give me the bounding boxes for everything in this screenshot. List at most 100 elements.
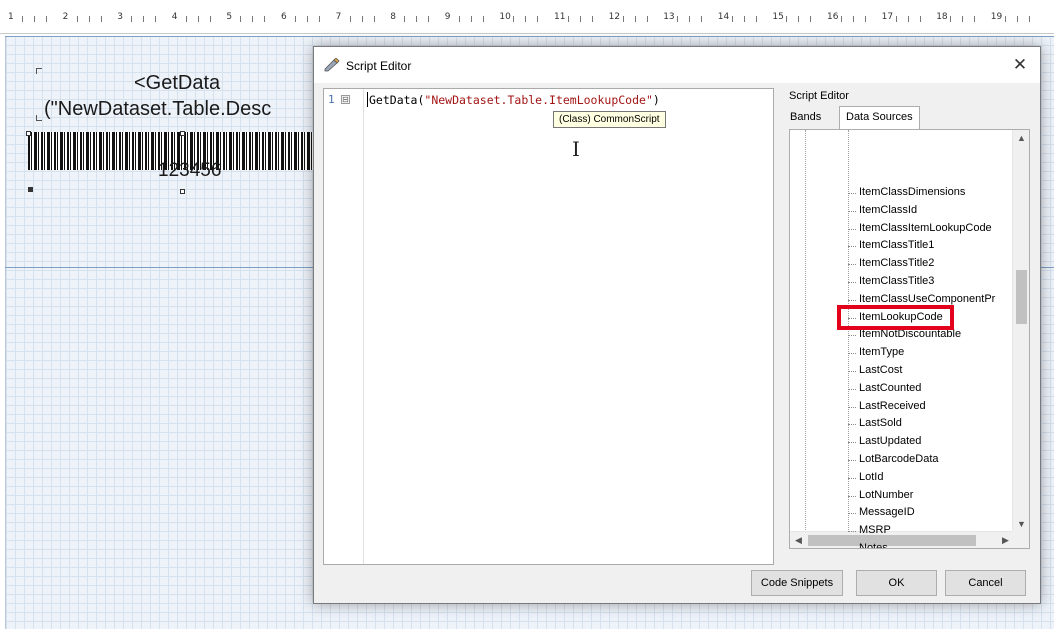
- ruler-tick: [404, 16, 406, 22]
- ruler-number: 16: [827, 12, 839, 22]
- ruler-tick: [798, 16, 800, 22]
- tree-item[interactable]: ItemClassTitle1: [847, 237, 934, 255]
- ruler-tick: [962, 16, 964, 22]
- ruler-number: 14: [717, 12, 730, 22]
- ruler-number: 13: [663, 12, 675, 22]
- text-caret: [367, 92, 368, 107]
- ruler-tick: [361, 16, 363, 22]
- tree-item[interactable]: ItemClassId: [847, 202, 917, 220]
- resize-handle[interactable]: [180, 131, 185, 136]
- ruler-tick: [428, 16, 430, 22]
- tree-item[interactable]: ItemClassTitle2: [847, 255, 934, 273]
- data-sources-tree[interactable]: ▲ ▼ ◀ ▶ ItemClassDimensions ItemClassId It…: [789, 129, 1030, 549]
- cancel-button[interactable]: Cancel: [945, 570, 1026, 596]
- ruler-tick: [100, 16, 102, 22]
- ruler-number: 9: [444, 12, 451, 22]
- ruler-tick: [1004, 16, 1006, 22]
- barcode-text: 123456: [158, 160, 222, 181]
- scroll-left-icon[interactable]: ◀: [790, 532, 807, 548]
- ruler-tick: [88, 16, 90, 22]
- ruler-number: 4: [171, 12, 178, 22]
- ruler-number: 1: [8, 12, 14, 22]
- script-editor-icon: [324, 58, 340, 72]
- tree-item[interactable]: LastSold: [848, 415, 902, 433]
- code-line-1[interactable]: GetData("NewDataset.Table.ItemLookupCode…: [369, 93, 660, 107]
- tree-item[interactable]: LotBarcodeData: [848, 451, 939, 469]
- ruler-tick: [841, 16, 842, 22]
- ruler-number: 2: [62, 12, 69, 22]
- selection-corner: [36, 68, 42, 74]
- code-suffix: ): [652, 93, 660, 107]
- resize-handle[interactable]: [26, 131, 31, 136]
- ok-button[interactable]: OK: [856, 570, 937, 596]
- ruler-number: 7: [335, 12, 342, 22]
- ruler-tick: [974, 16, 976, 22]
- line-gutter: 1 ⊟: [324, 89, 364, 564]
- close-button[interactable]: ✕: [1008, 53, 1032, 77]
- ruler-number: 6: [281, 12, 287, 22]
- tree-item[interactable]: LastCounted: [847, 380, 921, 398]
- ruler-tick: [568, 16, 569, 22]
- ruler-tick: [537, 16, 539, 22]
- fold-toggle-icon[interactable]: ⊟: [341, 95, 350, 104]
- resize-handle[interactable]: [180, 189, 185, 194]
- ruler-tick: [580, 16, 581, 22]
- code-function: GetData(: [369, 93, 425, 107]
- ruler-number: 3: [117, 12, 123, 22]
- code-string: "NewDataset.Table.ItemLookupCode": [424, 93, 653, 107]
- script-editor-dialog: Script Editor ✕ 1 ⊟ GetData("NewDataset.…: [313, 46, 1041, 604]
- ruler-tick: [677, 16, 679, 22]
- ruler-number: 10: [499, 12, 511, 22]
- panel-title: Script Editor: [789, 90, 849, 102]
- tree-item[interactable]: LotNumber: [847, 487, 913, 505]
- tree-item[interactable]: LotId: [847, 469, 883, 487]
- scrollbar-thumb[interactable]: [808, 535, 976, 546]
- ruler-tick: [22, 16, 23, 22]
- ruler-number: 12: [608, 12, 621, 22]
- tree-item[interactable]: ItemClassItemLookupCode: [848, 220, 992, 238]
- tab-bands[interactable]: Bands: [784, 107, 827, 128]
- getdata-field-line2[interactable]: ("NewDataset.Table.Desc: [44, 98, 271, 121]
- line-number: 1: [328, 93, 335, 106]
- ruler-tick: [373, 16, 375, 22]
- ruler-number: 5: [226, 12, 233, 22]
- getdata-field-line1[interactable]: <GetData: [134, 72, 220, 95]
- ruler-tick: [853, 16, 854, 22]
- ruler-number: 11: [554, 12, 566, 22]
- vertical-scrollbar[interactable]: ▲ ▼: [1012, 130, 1029, 533]
- tree-item[interactable]: LastReceived: [848, 398, 926, 416]
- ruler-tick: [46, 16, 47, 22]
- scrollbar-corner: [1012, 531, 1029, 548]
- ruler-tick: [701, 16, 703, 22]
- resize-handle[interactable]: [28, 187, 33, 192]
- tree-guide-line: [805, 130, 806, 548]
- tree-item[interactable]: ItemClassTitle3: [847, 273, 934, 291]
- scroll-up-icon[interactable]: ▲: [1013, 130, 1029, 147]
- tree-item[interactable]: LastUpdated: [847, 433, 921, 451]
- ruler-tick: [131, 16, 133, 22]
- tree-item[interactable]: ItemType: [847, 344, 904, 362]
- tree-item[interactable]: MessageID: [848, 504, 915, 522]
- tree-item[interactable]: Notes: [856, 540, 888, 548]
- tree-item[interactable]: ItemClassDimensions: [847, 184, 965, 202]
- selection-corner: [36, 115, 42, 121]
- horizontal-scrollbar[interactable]: ◀ ▶: [790, 531, 1014, 548]
- code-snippets-button[interactable]: Code Snippets: [751, 570, 843, 596]
- ruler-tick: [525, 16, 527, 22]
- ruler-tick: [349, 16, 351, 22]
- code-editor[interactable]: 1 ⊟ GetData("NewDataset.Table.ItemLookup…: [323, 88, 774, 565]
- tree-item[interactable]: LastCost: [847, 362, 902, 380]
- ruler-tick: [895, 16, 897, 22]
- ruler-tick: [470, 16, 472, 22]
- ruler-tick: [209, 16, 211, 22]
- ruler-tick: [458, 16, 460, 22]
- ruler-tick: [743, 16, 745, 22]
- tree-item[interactable]: MSRP: [848, 522, 891, 540]
- band-separator: [5, 36, 1054, 37]
- scrollbar-thumb[interactable]: [1016, 270, 1027, 324]
- dialog-titlebar: Script Editor ✕: [314, 47, 1040, 83]
- dialog-title: Script Editor: [346, 59, 412, 73]
- ruler-tick: [76, 16, 78, 22]
- tab-data-sources[interactable]: Data Sources: [839, 106, 920, 129]
- ruler-number: 19: [990, 12, 1003, 22]
